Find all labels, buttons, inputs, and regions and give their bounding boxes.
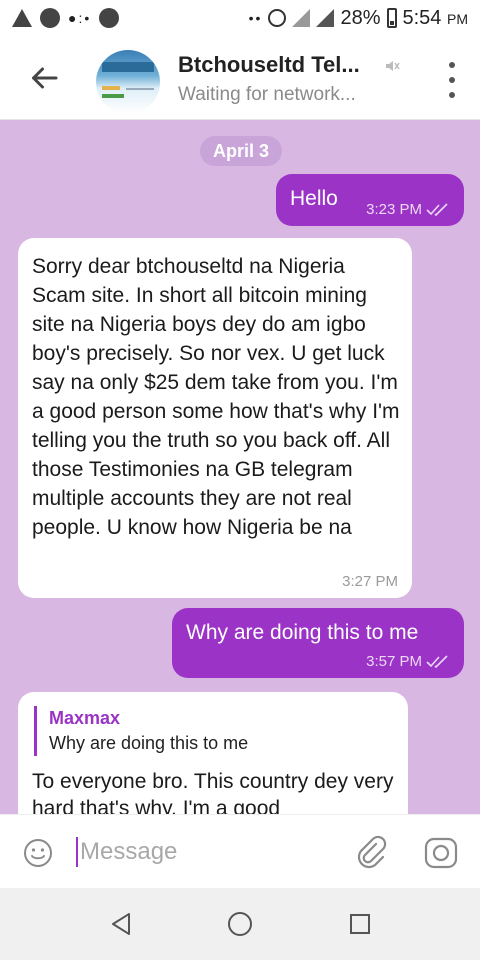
dots-notification-icon: ●:• bbox=[68, 10, 92, 26]
signal-icon-1 bbox=[292, 9, 311, 27]
double-check-icon bbox=[426, 202, 450, 217]
warning-icon bbox=[12, 9, 32, 27]
message-bubble-outgoing[interactable]: Hello 3:23 PM bbox=[276, 174, 464, 226]
chat-header: Btchouseltd Tel... Waiting for network..… bbox=[0, 36, 480, 120]
clock-suffix: PM bbox=[447, 10, 468, 27]
message-text: Why are doing this to me bbox=[186, 621, 419, 644]
app-notification-icon-2 bbox=[99, 8, 120, 28]
more-dot-icon bbox=[449, 77, 455, 83]
back-button[interactable] bbox=[26, 60, 62, 96]
message-input[interactable] bbox=[80, 833, 320, 871]
overflow-dots-icon: •• bbox=[248, 10, 263, 26]
message-list[interactable]: April 3 Hello 3:23 PM Sorry dear btchous… bbox=[0, 120, 480, 814]
chat-title[interactable]: Btchouseltd Tel... bbox=[178, 52, 360, 78]
camera-icon[interactable] bbox=[424, 837, 458, 869]
double-check-icon bbox=[426, 654, 450, 669]
date-separator: April 3 bbox=[200, 136, 282, 166]
more-dot-icon bbox=[449, 62, 455, 68]
message-time: 3:27 PM bbox=[342, 573, 398, 590]
text-cursor bbox=[76, 837, 78, 867]
app-notification-icon bbox=[40, 8, 60, 28]
reply-text: Why are doing this to me bbox=[49, 733, 249, 753]
more-dot-icon bbox=[449, 92, 455, 98]
connection-status: Waiting for network... bbox=[178, 84, 356, 105]
mute-icon bbox=[386, 61, 400, 71]
message-meta: 3:57 PM bbox=[366, 653, 450, 670]
message-bubble-incoming-reply[interactable]: Maxmax Why are doing this to me To every… bbox=[18, 692, 408, 814]
more-options-button[interactable] bbox=[446, 62, 458, 98]
battery-icon bbox=[386, 8, 397, 28]
clock: 5:54 PM bbox=[403, 7, 469, 30]
battery-percent: 28% bbox=[340, 6, 381, 29]
message-text: Hello bbox=[290, 187, 338, 210]
nav-home-icon[interactable] bbox=[228, 912, 252, 936]
signal-icon-2 bbox=[316, 9, 335, 27]
nav-recents-icon[interactable] bbox=[350, 914, 370, 934]
message-time: 3:23 PM bbox=[366, 201, 422, 218]
system-navigation-bar bbox=[0, 888, 480, 960]
emoji-icon[interactable] bbox=[22, 837, 54, 869]
reply-quote[interactable]: Maxmax Why are doing this to me bbox=[34, 706, 248, 756]
arrow-left-icon bbox=[32, 67, 58, 89]
status-bar: ●:• •• 28% 5:54 PM bbox=[0, 0, 480, 36]
clock-time: 5:54 bbox=[402, 6, 442, 29]
message-text: To everyone bro. This country dey very h… bbox=[32, 770, 394, 814]
message-bubble-outgoing[interactable]: Why are doing this to me 3:57 PM bbox=[172, 608, 464, 678]
message-bubble-incoming[interactable]: Sorry dear btchouseltd na Nigeria Scam s… bbox=[18, 238, 412, 598]
message-meta: 3:23 PM bbox=[366, 201, 450, 218]
message-text: Sorry dear btchouseltd na Nigeria Scam s… bbox=[32, 255, 400, 539]
paperclip-icon[interactable] bbox=[354, 835, 388, 869]
reply-author: Maxmax bbox=[49, 708, 121, 728]
avatar[interactable] bbox=[96, 50, 160, 114]
composer bbox=[0, 814, 480, 888]
message-time: 3:57 PM bbox=[366, 653, 422, 670]
nav-back-icon[interactable] bbox=[110, 912, 132, 936]
alarm-icon bbox=[268, 9, 287, 27]
